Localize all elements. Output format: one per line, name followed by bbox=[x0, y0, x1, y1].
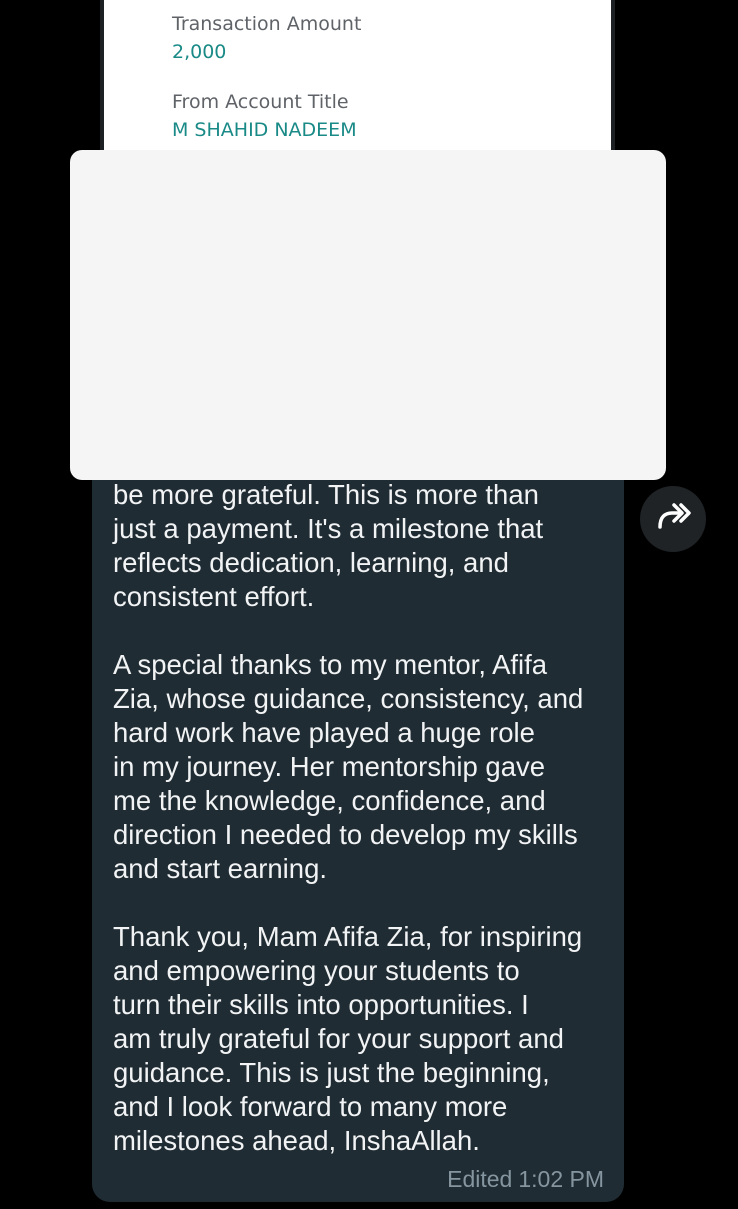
forward-button[interactable] bbox=[640, 486, 706, 552]
transaction-amount-value: 2,000 bbox=[172, 41, 227, 63]
from-account-title-label: From Account Title bbox=[172, 91, 349, 113]
edited-label: Edited bbox=[447, 1166, 513, 1192]
message-time: 1:02 PM bbox=[518, 1166, 604, 1192]
message-paragraph: Thank you, Mam Afifa Zia, for inspiring … bbox=[113, 921, 583, 1156]
from-account-title-value: M SHAHID NADEEM bbox=[172, 119, 357, 141]
forward-icon bbox=[651, 499, 695, 540]
message-meta: Edited 1:02 PM bbox=[447, 1166, 604, 1193]
message-paragraph: be more grateful. This is more than just… bbox=[113, 479, 544, 612]
message-paragraph: A special thanks to my mentor, Afifa Zia… bbox=[113, 649, 584, 884]
message-text: be more grateful. This is more than just… bbox=[113, 478, 613, 1158]
transaction-amount-label: Transaction Amount bbox=[172, 13, 362, 35]
redacted-area bbox=[70, 150, 666, 480]
